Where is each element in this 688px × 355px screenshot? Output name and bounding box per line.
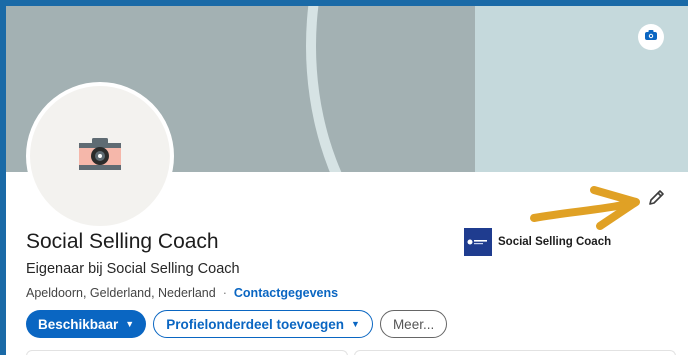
separator-dot: ·	[222, 286, 227, 300]
card-section-right	[354, 350, 676, 355]
available-button[interactable]: Beschikbaar ▼	[26, 310, 147, 338]
profile-name: Social Selling Coach	[26, 230, 219, 253]
profile-actions: Beschikbaar ▼ Profielonderdeel toevoegen…	[26, 310, 454, 338]
add-section-label: Profielonderdeel toevoegen	[166, 316, 345, 332]
avatar[interactable]	[26, 82, 174, 230]
company-name: Social Selling Coach	[498, 236, 612, 248]
available-label: Beschikbaar	[38, 316, 119, 332]
banner-camera-button[interactable]	[638, 24, 664, 50]
company-logo	[464, 228, 492, 256]
current-company[interactable]: Social Selling Coach	[464, 228, 611, 256]
profile-card: Social Selling Coach Eigenaar bij Social…	[6, 6, 688, 355]
contact-info-link[interactable]: Contactgegevens	[234, 286, 338, 300]
profile-headline: Eigenaar bij Social Selling Coach	[26, 261, 240, 277]
camera-icon	[644, 28, 658, 46]
card-section-left	[26, 350, 348, 355]
caret-down-icon: ▼	[351, 319, 360, 329]
profile-location: Apeldoorn, Gelderland, Nederland	[26, 286, 216, 300]
location-row: Apeldoorn, Gelderland, Nederland · Conta…	[26, 286, 338, 300]
annotation-arrow-icon	[528, 182, 643, 232]
caret-down-icon: ▼	[125, 319, 135, 329]
add-profile-section-button[interactable]: Profielonderdeel toevoegen ▼	[153, 310, 373, 338]
more-button[interactable]: Meer...	[379, 310, 448, 338]
pencil-icon	[646, 188, 666, 213]
avatar-camera-icon	[78, 137, 122, 176]
edit-profile-button[interactable]	[642, 186, 670, 214]
